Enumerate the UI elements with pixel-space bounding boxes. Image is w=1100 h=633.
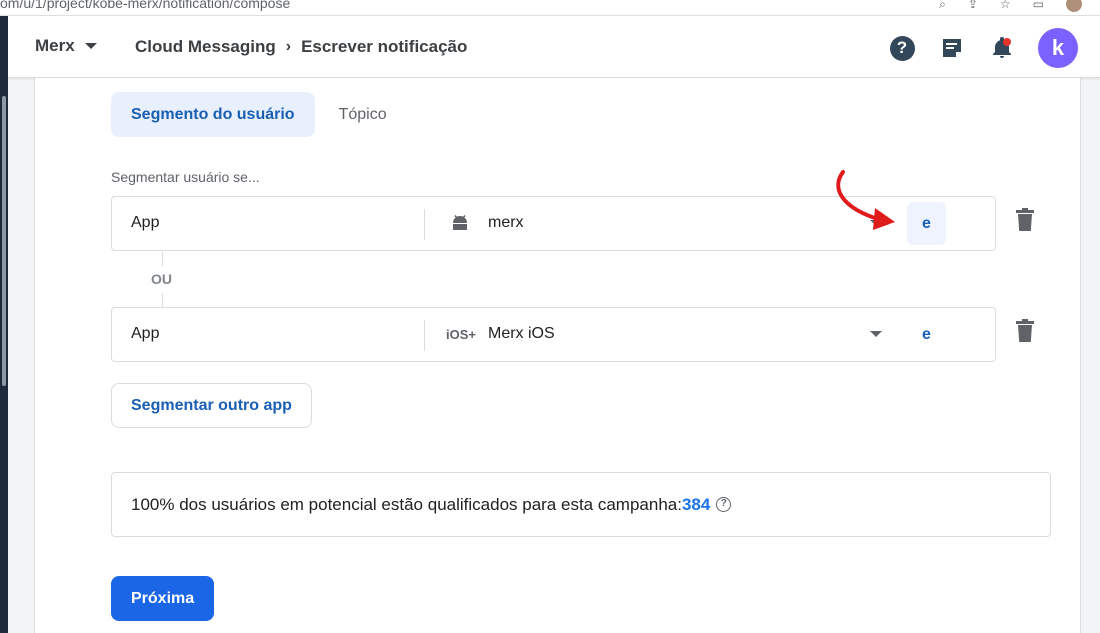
sidebar-icon[interactable]: ▭	[1033, 0, 1044, 11]
next-button[interactable]: Próxima	[111, 576, 215, 621]
targeting-tabs: Segmento do usuário Tópico	[111, 92, 407, 137]
left-window-edge	[0, 16, 8, 633]
tab-topic[interactable]: Tópico	[319, 92, 407, 137]
row-divider	[424, 320, 425, 351]
segment-label: Segmentar usuário se...	[111, 169, 260, 185]
android-icon	[449, 212, 471, 234]
bookmark-icon[interactable]: ☆	[1000, 0, 1011, 11]
reach-summary: 100% dos usuários em potencial estão qua…	[111, 472, 1051, 537]
breadcrumb-current: Escrever notificação	[301, 37, 468, 56]
and-button[interactable]: e	[907, 202, 946, 245]
targeting-row: App merx e	[111, 196, 996, 251]
project-name: Merx	[35, 36, 75, 55]
chevron-down-icon	[84, 43, 97, 49]
row-divider	[424, 209, 425, 240]
app-name[interactable]: Merx iOS	[488, 325, 555, 343]
or-connector-bottom	[162, 293, 163, 307]
browser-url-bar[interactable]: om/u/1/project/kobe-merx/notification/co…	[0, 0, 1100, 16]
breadcrumb-separator: ›	[285, 38, 292, 55]
app-header: Merx Cloud Messaging › Escrever notifica…	[8, 16, 1100, 78]
delete-icon[interactable]	[1015, 208, 1035, 232]
url-text[interactable]: om/u/1/project/kobe-merx/notification/co…	[0, 0, 290, 11]
app-dropdown-icon[interactable]	[870, 331, 882, 337]
help-circle-icon[interactable]: ?	[716, 497, 732, 513]
notifications-button[interactable]	[988, 34, 1016, 62]
help-icon: ?	[889, 35, 915, 61]
reach-text: 100% dos usuários em potencial estão qua…	[131, 495, 732, 515]
zoom-icon[interactable]: ⌕	[939, 0, 946, 12]
help-button[interactable]: ?	[888, 34, 916, 62]
or-label: OU	[151, 271, 172, 287]
targeting-row: App iOS+ Merx iOS e	[111, 307, 996, 362]
project-selector[interactable]: Merx	[35, 36, 97, 56]
or-connector-top	[162, 252, 163, 266]
browser-toolbar: ⌕ ⇪ ☆ ▭	[939, 0, 1082, 12]
and-button[interactable]: e	[907, 313, 946, 356]
share-icon[interactable]: ⇪	[968, 0, 978, 11]
target-type-label[interactable]: App	[131, 325, 159, 343]
avatar[interactable]: k	[1038, 28, 1078, 68]
feedback-icon	[943, 39, 961, 57]
app-dropdown-icon[interactable]	[870, 220, 882, 226]
left-scroll-indicator	[2, 96, 6, 386]
target-type-label[interactable]: App	[131, 214, 159, 232]
breadcrumb: Cloud Messaging › Escrever notificação	[135, 37, 467, 57]
breadcrumb-cloud-messaging[interactable]: Cloud Messaging	[135, 37, 276, 57]
header-actions: ? k	[888, 28, 1078, 68]
profile-avatar[interactable]	[1066, 0, 1082, 12]
feedback-button[interactable]	[938, 34, 966, 62]
reach-description: 100% dos usuários em potencial estão qua…	[131, 495, 682, 514]
app-name[interactable]: merx	[488, 214, 524, 232]
compose-card: Segmento do usuário Tópico Segmentar usu…	[34, 78, 1081, 633]
delete-icon[interactable]	[1015, 319, 1035, 343]
reach-count: 384	[681, 495, 711, 514]
notifications-icon	[993, 37, 1011, 58]
add-app-button[interactable]: Segmentar outro app	[111, 383, 312, 428]
ios-icon: iOS+	[446, 326, 476, 342]
tab-user-segment[interactable]: Segmento do usuário	[111, 92, 315, 137]
